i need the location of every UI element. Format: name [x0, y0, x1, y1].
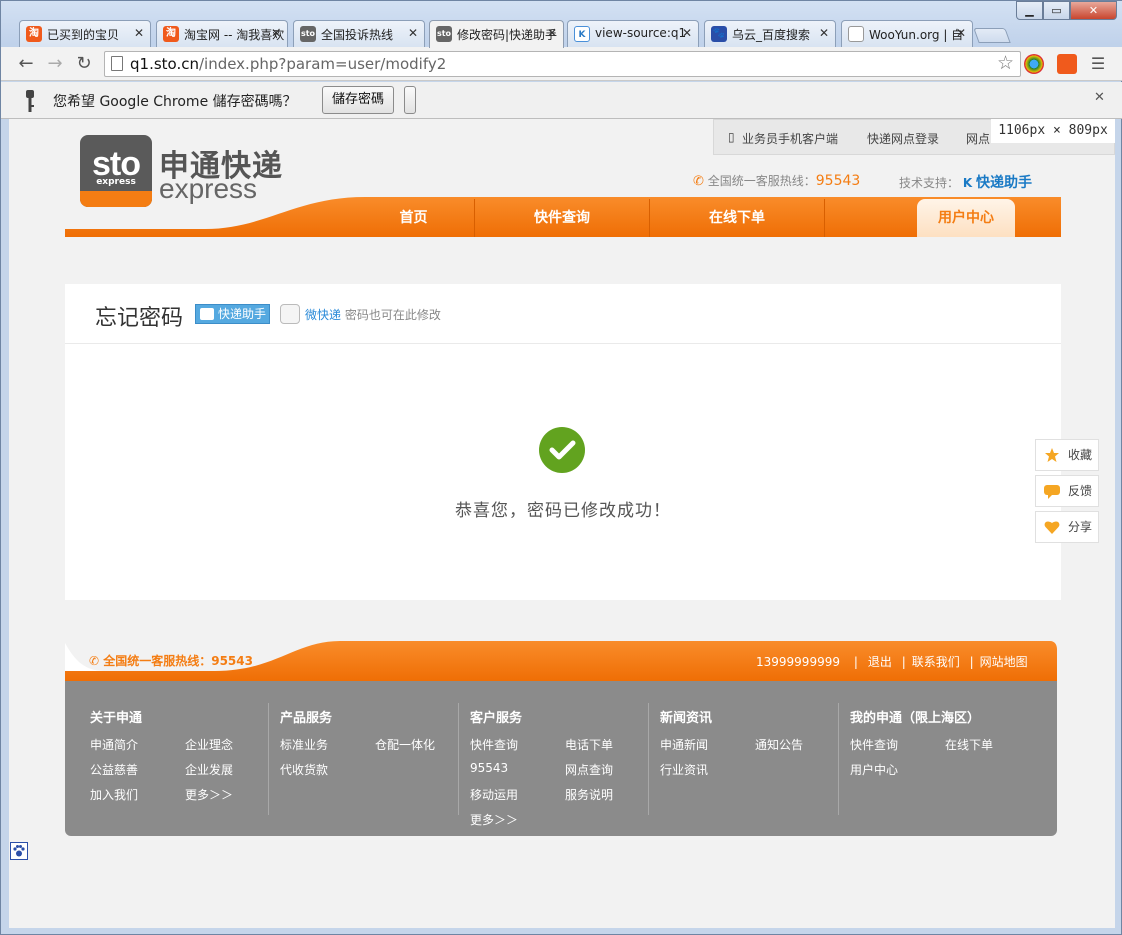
- feedback-button[interactable]: 反馈: [1035, 475, 1099, 507]
- courier-app-link[interactable]: 业务员手机客户端: [742, 130, 838, 147]
- tab-wooyun[interactable]: WooYun.org | 自 ✕: [841, 20, 973, 47]
- viewport-size-indicator: 1106px × 809px: [991, 119, 1115, 143]
- tech-support: 技术支持： K 快递助手: [899, 175, 1032, 191]
- tab-strip: 淘 已买到的宝贝 ✕ 淘 淘宝网 -- 淘我喜欢 ✕ sto 全国投诉热线 ✕ …: [1, 1, 1122, 48]
- phone-icon: ✆: [693, 174, 704, 189]
- key-icon: [26, 90, 34, 112]
- phone-icon: ✆: [89, 654, 104, 668]
- back-icon[interactable]: ←: [15, 53, 37, 75]
- save-password-infobar: 您希望 Google Chrome 儲存密碼嗎？ 儲存密碼 ✕: [1, 82, 1122, 119]
- outlet-login-link[interactable]: 快递网点登录: [867, 130, 939, 147]
- close-icon[interactable]: ✕: [271, 26, 281, 40]
- close-icon[interactable]: ✕: [547, 26, 557, 40]
- taobao-extension-icon[interactable]: [1057, 54, 1077, 74]
- mobile-phone-icon: ▯: [728, 130, 735, 144]
- success-message: 恭喜您，密码已修改成功！: [455, 501, 671, 521]
- success-check-icon: [539, 427, 585, 473]
- forward-icon[interactable]: →: [44, 53, 66, 75]
- sto-icon: sto: [300, 26, 316, 42]
- address-bar[interactable]: q1.sto.cn/index.php?param=user/modify2 ☆: [104, 51, 1021, 77]
- baidu-icon: 🐾: [711, 26, 727, 42]
- close-icon[interactable]: ✕: [956, 26, 966, 40]
- tab-taobao[interactable]: 淘 淘宝网 -- 淘我喜欢 ✕: [156, 20, 288, 47]
- kuaidi-icon: [200, 308, 214, 320]
- bookmark-star-icon[interactable]: ☆: [997, 52, 1014, 74]
- tab-taobao-orders[interactable]: 淘 已买到的宝贝 ✕: [19, 20, 151, 47]
- outlet-link[interactable]: 网点: [966, 130, 990, 147]
- browser-toolbar: ← → ↻ q1.sto.cn/index.php?param=user/mod…: [1, 47, 1122, 81]
- kuaidi-logo-icon: K: [962, 176, 973, 190]
- minimize-button[interactable]: ▁: [1016, 1, 1043, 20]
- window-close-button[interactable]: ✕: [1070, 1, 1117, 20]
- weikuaidi-link[interactable]: 微快递: [305, 308, 341, 322]
- browser-window: 淘 已买到的宝贝 ✕ 淘 淘宝网 -- 淘我喜欢 ✕ sto 全国投诉热线 ✕ …: [0, 0, 1122, 935]
- footer-col-products: 产品服务 标准业务 仓配一体化 代收货款: [280, 711, 436, 777]
- url-text[interactable]: q1.sto.cn/index.php?param=user/modify2: [130, 55, 446, 73]
- close-icon[interactable]: ✕: [408, 26, 418, 40]
- weikuaidi-icon: [280, 304, 300, 324]
- chat-icon: [1044, 485, 1060, 499]
- tab-view-source[interactable]: K view-source:q1 ✕: [567, 20, 699, 47]
- tab-modify-password[interactable]: sto 修改密码|快递助手 ✕: [429, 20, 564, 48]
- footer-col-about: 关于申通 申通简介 企业理念 公益慈善 企业发展 加入我们 更多＞＞: [90, 711, 234, 802]
- menu-icon[interactable]: ☰: [1087, 53, 1109, 75]
- new-tab-button[interactable]: [973, 28, 1011, 43]
- nav-order[interactable]: 在线下单: [650, 199, 825, 237]
- heart-icon: [1044, 521, 1060, 534]
- page-icon: [111, 56, 123, 71]
- baidu-paw-icon[interactable]: [10, 842, 28, 860]
- share-button[interactable]: 分享: [1035, 511, 1099, 543]
- logout-link[interactable]: 退出: [868, 655, 892, 669]
- nav-track[interactable]: 快件查询: [475, 199, 650, 237]
- close-icon[interactable]: ✕: [682, 26, 692, 40]
- star-icon: [1045, 448, 1059, 462]
- tab-complaint[interactable]: sto 全国投诉热线 ✕: [293, 20, 425, 47]
- favorite-button[interactable]: 收藏: [1035, 439, 1099, 471]
- hotline: ✆ 全国统一客服热线：95543: [693, 173, 861, 189]
- footer-bar: ✆ 全国统一客服热线：95543 13999999999 | 退出 | 联系我们 |…: [89, 654, 1028, 669]
- sitemap-link[interactable]: 网站地图: [980, 655, 1028, 669]
- kuaidi-icon: K: [574, 26, 590, 42]
- kuaidi-badge[interactable]: 快递助手: [195, 304, 270, 324]
- close-icon[interactable]: ✕: [134, 26, 144, 40]
- footer-col-news: 新闻资讯 申通新闻 通知公告 行业资讯: [660, 711, 804, 777]
- web-page: 1106px × 809px sto express 申通快递 express …: [9, 119, 1115, 928]
- nav-user-center[interactable]: 用户中心: [917, 199, 1015, 237]
- save-password-button[interactable]: 儲存密碼: [322, 86, 394, 114]
- nav-home[interactable]: 首页: [353, 199, 475, 237]
- infobar-options-button[interactable]: [404, 86, 416, 114]
- page-icon: [848, 26, 864, 42]
- taobao-icon: 淘: [26, 26, 42, 42]
- contact-link[interactable]: 联系我们: [912, 655, 960, 669]
- footer-col-service: 客户服务 快件查询 电话下单 95543 网点查询 移动运用 服务说明 更多＞＞: [470, 711, 614, 827]
- tab-baidu[interactable]: 🐾 乌云_百度搜索 ✕: [704, 20, 836, 47]
- footer-links: 关于申通 申通简介 企业理念 公益慈善 企业发展 加入我们 更多＞＞ 产品服务 …: [65, 681, 1057, 836]
- reload-icon[interactable]: ↻: [73, 53, 95, 75]
- taobao-icon: 淘: [163, 26, 179, 42]
- infobar-close-icon[interactable]: ✕: [1094, 90, 1105, 105]
- user-phone: 13999999999: [756, 655, 840, 669]
- maximize-button[interactable]: ▭: [1043, 1, 1070, 20]
- sto-icon: sto: [436, 26, 452, 42]
- close-icon[interactable]: ✕: [819, 26, 829, 40]
- page-title: 忘记密码: [95, 306, 184, 331]
- footer-col-my-sto: 我的申通（限上海区） 快件查询 在线下单 用户中心: [850, 711, 994, 777]
- extension-icon[interactable]: [1024, 54, 1044, 74]
- main-panel: 忘记密码 快递助手 微快递 密码也可在此修改 恭喜您，密码已修改成功！: [65, 284, 1061, 600]
